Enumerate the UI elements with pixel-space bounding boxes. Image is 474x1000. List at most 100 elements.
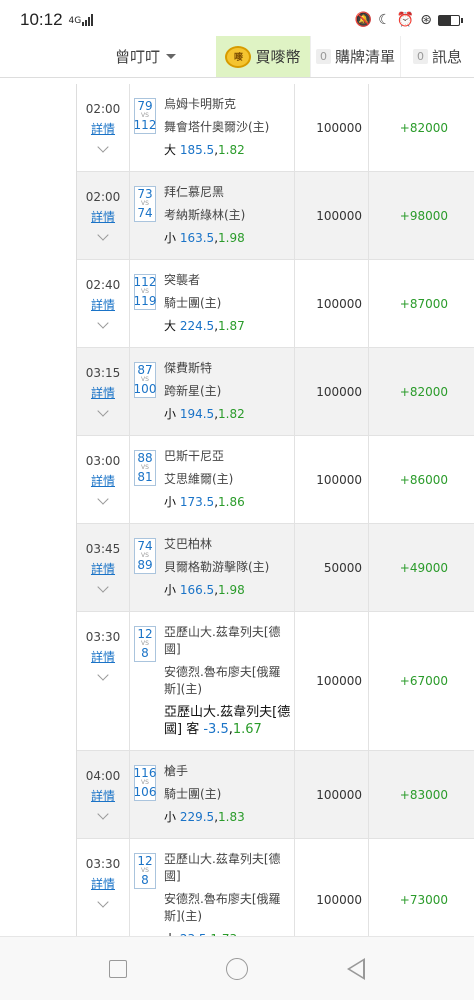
buy-coins-button[interactable]: 嘜 買嘜幣 (216, 36, 310, 77)
battery-icon (438, 14, 463, 26)
bet-odds: 1.82 (218, 143, 245, 157)
bet-odds: 1.83 (218, 810, 245, 824)
user-dropdown[interactable]: 曾叮叮 (0, 36, 216, 77)
team-home: 貝爾格勒游擊隊(主) (164, 560, 270, 574)
bet-odds: 1.98 (218, 583, 245, 597)
detail-link[interactable]: 詳情 (91, 875, 115, 892)
winnings-cell: +98000 (399, 208, 448, 223)
bet-side: 小 (164, 407, 180, 421)
recent-apps-icon[interactable] (109, 959, 128, 978)
chevron-down-icon[interactable] (97, 405, 109, 417)
bet-selection: 小 173.5,1.86 (164, 495, 245, 509)
bet-line: 185.5 (179, 143, 215, 157)
score-away: 106 (133, 785, 157, 799)
score-cell: 87 VS 100 (130, 348, 160, 435)
detail-link[interactable]: 詳情 (91, 384, 115, 401)
bet-side: 小 (164, 231, 180, 245)
tab-messages[interactable]: 0 訊息 (400, 36, 474, 77)
bet-line: 166.5 (179, 583, 215, 597)
time-cell: 03:30 詳情 (77, 839, 130, 936)
team-away: 拜仁慕尼黑 (164, 185, 225, 199)
tab-cart[interactable]: 0 購牌清單 (310, 36, 400, 77)
chevron-down-icon[interactable] (97, 581, 109, 593)
username: 曾叮叮 (114, 48, 160, 66)
bet-selection: 小 229.5,1.83 (164, 810, 245, 824)
time-cell: 04:00 詳情 (77, 751, 130, 838)
score-away: 81 (137, 470, 153, 484)
cart-label: 購牌清單 (334, 48, 395, 66)
time-cell: 02:40 詳情 (77, 260, 130, 347)
bet-side: 小 (164, 810, 180, 824)
score-box: 87 VS 100 (134, 362, 156, 398)
detail-link[interactable]: 詳情 (91, 296, 115, 313)
chevron-down-icon[interactable] (97, 808, 109, 820)
match-cell: 槍手 騎士團(主) 小 229.5,1.83 (160, 751, 295, 838)
bet-row: 03:45 詳情 74 VS 89 艾巴柏林 貝爾格勒游擊隊(主) 小 166.5,1.98 5… (77, 524, 474, 612)
score-away: 100 (133, 382, 157, 396)
messages-label: 訊息 (431, 48, 462, 66)
team-away: 艾巴柏林 (164, 537, 213, 551)
lock-rotate-icon: ⊛ (420, 12, 432, 28)
match-time: 03:15 (85, 366, 121, 380)
detail-link[interactable]: 詳情 (91, 787, 115, 804)
bet-line: 224.5 (179, 319, 215, 333)
score-box: 73 VS 74 (134, 186, 156, 222)
chevron-down-icon[interactable] (97, 141, 109, 153)
match-cell: 傑費斯特 跨新星(主) 小 194.5,1.82 (160, 348, 295, 435)
match-cell: 艾巴柏林 貝爾格勒游擊隊(主) 小 166.5,1.98 (160, 524, 295, 611)
stake-cell: 100000 (295, 751, 369, 838)
stake-cell: 100000 (295, 612, 369, 750)
match-cell: 亞歷山大.茲韋列夫[德國] 安德烈.魯布廖夫[俄羅斯](主) 亞歷山大.茲韋列夫[德… (160, 612, 295, 750)
match-time: 03:30 (85, 630, 121, 644)
cart-count-badge: 0 (315, 49, 331, 64)
bet-odds: 1.86 (218, 495, 245, 509)
match-cell: 烏姆卡明斯克 舞會塔什奧爾沙(主) 大 185.5,1.82 (160, 84, 295, 171)
detail-link[interactable]: 詳情 (91, 208, 115, 225)
bet-side: 大 (164, 319, 180, 333)
score-cell: 73 VS 74 (130, 172, 160, 259)
bet-selection: 亞歷山大.茲韋列夫[德國] 客 -3.5,1.67 (164, 705, 291, 737)
team-home: 騎士團(主) (164, 296, 222, 310)
bet-selection: 大 224.5,1.87 (164, 319, 245, 333)
winnings-cell: +73000 (399, 892, 448, 907)
detail-link[interactable]: 詳情 (91, 120, 115, 137)
bet-line: 173.5 (179, 495, 215, 509)
time-cell: 02:00 詳情 (77, 84, 130, 171)
score-box: 88 VS 81 (134, 450, 156, 486)
chevron-down-icon[interactable] (97, 229, 109, 241)
detail-link[interactable]: 詳情 (91, 472, 115, 489)
chevron-down-icon[interactable] (97, 896, 109, 908)
home-icon[interactable] (225, 957, 248, 980)
score-away: 89 (137, 558, 153, 572)
stake-cell: 100000 (295, 436, 369, 523)
score-cell: 12 VS 8 (130, 839, 160, 936)
score-away: 8 (141, 646, 149, 660)
time-cell: 03:45 詳情 (77, 524, 130, 611)
bet-list[interactable]: 02:00 詳情 79 VS 112 烏姆卡明斯克 舞會塔什奧爾沙(主) 大 185.5,1.… (76, 84, 474, 936)
team-away: 槍手 (164, 764, 189, 778)
match-time: 02:00 (85, 102, 121, 116)
bet-side: 大 (164, 143, 180, 157)
bet-odds: 1.87 (218, 319, 245, 333)
bet-row: 02:00 詳情 73 VS 74 拜仁慕尼黑 考納斯綠林(主) 小 163.5,1.98 10… (77, 172, 474, 260)
stake-cell: 100000 (295, 260, 369, 347)
system-nav-bar (0, 936, 474, 1000)
coin-icon: 嘜 (225, 45, 252, 68)
message-count-badge: 0 (412, 49, 428, 64)
clock: 10:12 (20, 10, 63, 29)
bet-selection: 小 194.5,1.82 (164, 407, 245, 421)
bet-row: 03:30 詳情 12 VS 8 亞歷山大.茲韋列夫[德國] 安德烈.魯布廖夫[俄羅斯](主… (77, 839, 474, 936)
team-away: 巴斯干尼亞 (164, 449, 225, 463)
team-away: 烏姆卡明斯克 (164, 97, 237, 111)
chevron-down-icon[interactable] (97, 669, 109, 681)
detail-link[interactable]: 詳情 (91, 560, 115, 577)
bet-line: -3.5 (203, 722, 229, 737)
chevron-down-icon[interactable] (97, 317, 109, 329)
top-tab-bar: 曾叮叮 嘜 買嘜幣 0 購牌清單 0 訊息 (0, 36, 474, 78)
chevron-down-icon[interactable] (97, 493, 109, 505)
winnings-cell: +67000 (399, 674, 448, 688)
back-icon[interactable] (346, 957, 365, 980)
detail-link[interactable]: 詳情 (91, 648, 115, 665)
match-cell: 拜仁慕尼黑 考納斯綠林(主) 小 163.5,1.98 (160, 172, 295, 259)
caret-down-icon (166, 54, 176, 59)
